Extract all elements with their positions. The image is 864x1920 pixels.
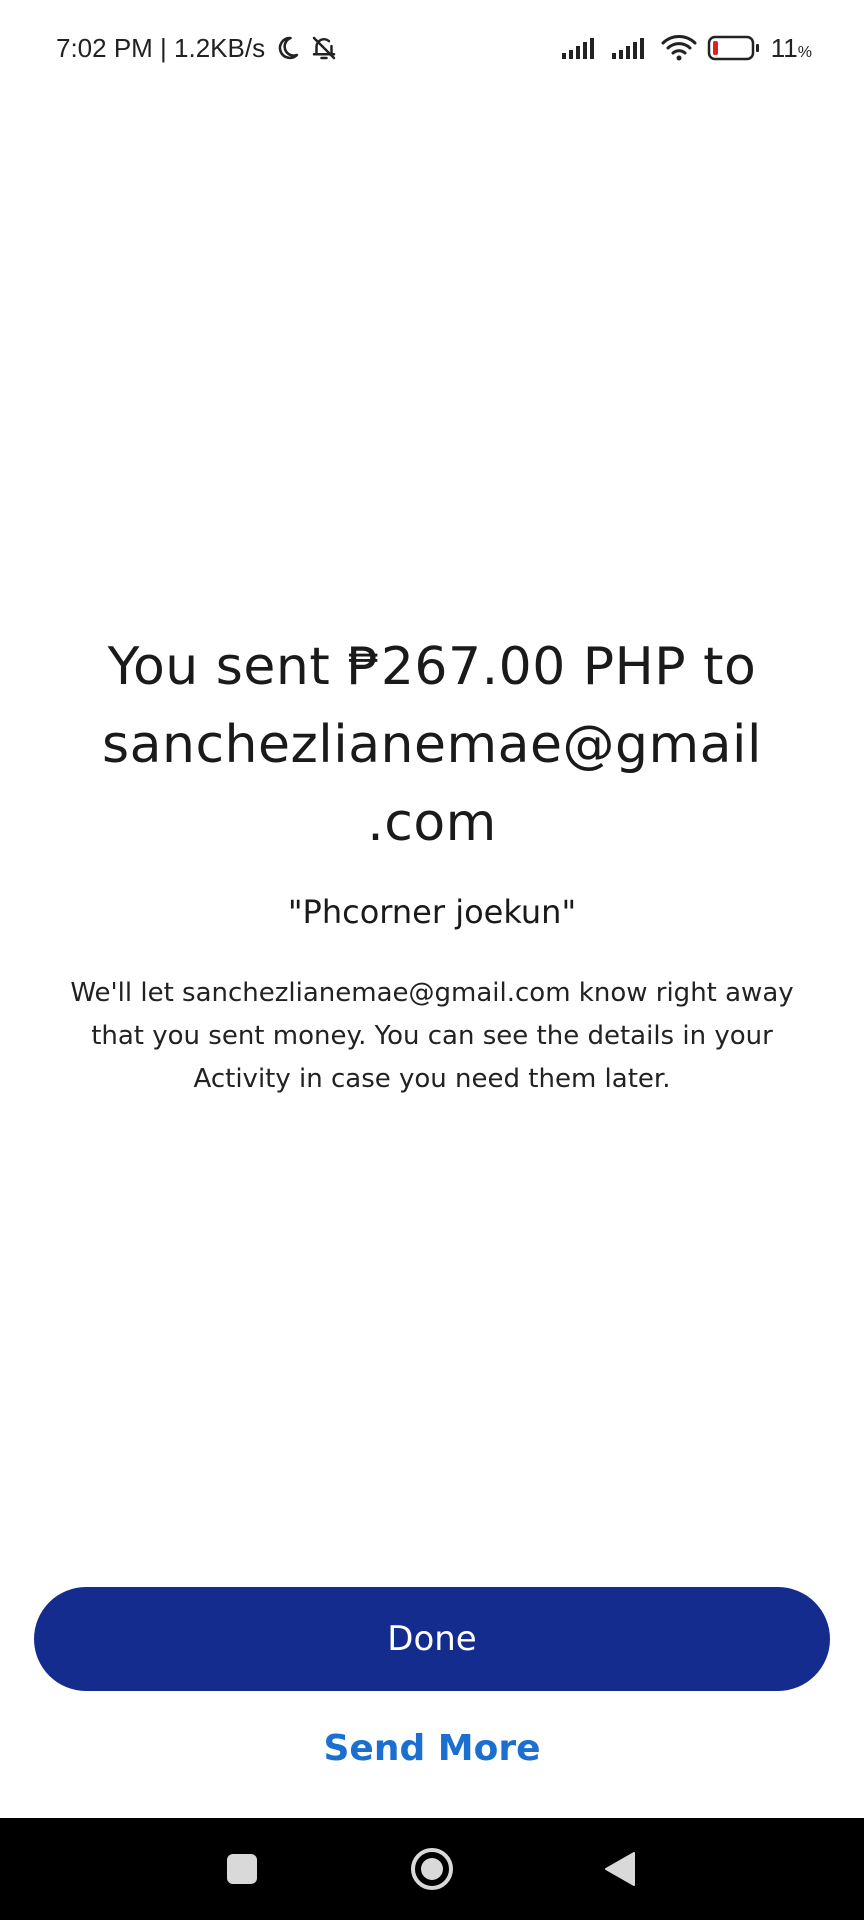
moon-icon <box>273 34 301 62</box>
bell-off-icon <box>309 33 339 63</box>
payment-note: "Phcorner joekun" <box>287 893 577 931</box>
confirmation-headline: You sent ₱267.00 PHP to sanchezlianemae@… <box>40 628 824 862</box>
battery-icon <box>707 34 761 62</box>
confirmation-content: You sent ₱267.00 PHP to sanchezlianemae@… <box>40 628 824 1101</box>
confirmation-description: We'll let sanchezlianemae@gmail.com know… <box>70 978 794 1094</box>
headline-line-1: You sent ₱267.00 PHP to <box>107 637 757 697</box>
back-triangle-icon[interactable] <box>580 1829 660 1909</box>
battery-percentage: 11% <box>770 32 812 63</box>
home-circle-icon[interactable] <box>392 1829 472 1909</box>
payment-confirmation-screen: 7:02 PM | 1.2KB/s 11% You sent ₱267.00 P… <box>0 0 864 1920</box>
headline-line-2: sanchezlianemae@gmail <box>102 715 762 775</box>
status-right: 11% <box>561 33 812 64</box>
signal-icon <box>561 36 601 60</box>
signal-icon <box>611 36 651 60</box>
done-button[interactable]: Done <box>34 1587 830 1691</box>
system-nav-bar <box>0 1818 864 1920</box>
recents-square-icon[interactable] <box>202 1829 282 1909</box>
send-more-link[interactable]: Send More <box>0 1728 864 1769</box>
status-left: 7:02 PM | 1.2KB/s <box>56 33 339 64</box>
wifi-icon <box>661 34 697 62</box>
headline-line-3: .com <box>367 793 497 853</box>
status-bar: 7:02 PM | 1.2KB/s 11% <box>0 0 864 96</box>
status-time-speed: 7:02 PM | 1.2KB/s <box>56 32 266 63</box>
